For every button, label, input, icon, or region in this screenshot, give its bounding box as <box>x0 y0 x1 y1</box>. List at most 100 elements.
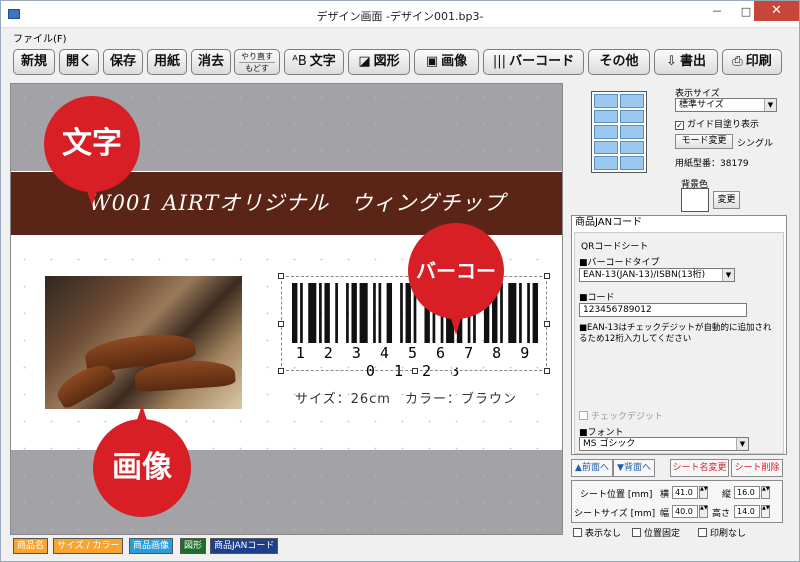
redo-label[interactable]: やり直す <box>239 51 275 63</box>
sheet-tab-shape[interactable]: 図形 <box>180 538 207 554</box>
sheet-tab-jan-code[interactable]: 商品JANコード <box>210 538 279 554</box>
guide-fill-option[interactable]: ✓ ガイド目塗り表示 <box>675 117 759 130</box>
resize-handle[interactable] <box>278 368 284 374</box>
image-icon: ▣ <box>425 54 439 69</box>
width-spinner[interactable]: ▲▼ <box>699 505 708 518</box>
no-print-checkbox[interactable] <box>698 528 707 537</box>
check-digit-label: チェックデジット <box>591 412 664 422</box>
barcode-bar <box>300 283 303 343</box>
export-button[interactable]: ⇩ 書出 <box>654 49 718 75</box>
shape-button-label: 図形 <box>373 54 400 69</box>
undo-label[interactable]: もどす <box>239 63 275 74</box>
image-callout-badge: 画像 <box>93 405 191 517</box>
x-label: 横 <box>660 490 670 500</box>
barcode-bar <box>319 283 322 343</box>
new-button[interactable]: 新規 <box>13 49 55 75</box>
text-button-label: 文字 <box>309 54 336 69</box>
sheet-tab-product-image[interactable]: 商品画像 <box>129 538 174 554</box>
width-label: 幅 <box>660 509 670 519</box>
height-spinner[interactable]: ▲▼ <box>761 505 770 518</box>
barcode-bar <box>527 283 530 343</box>
x-spinner[interactable]: ▲▼ <box>699 486 708 499</box>
lock-position-option[interactable]: 位置固定 <box>632 526 680 539</box>
barcode-bar <box>519 283 522 343</box>
barcode-bar <box>324 283 330 343</box>
rename-sheet-button[interactable]: シート名変更 <box>670 459 729 477</box>
bg-color-change-button[interactable]: 変更 <box>713 191 740 209</box>
barcode-bar <box>308 283 317 343</box>
barcode-button-label: バーコード <box>509 54 575 69</box>
code-note: ■EAN-13はチェックデジットが自動的に追加されるため12桁入力してください <box>579 323 772 344</box>
bring-front-button[interactable]: ▲前面へ <box>571 459 613 477</box>
check-digit-option[interactable]: チェックデジット <box>579 409 663 422</box>
resize-handle[interactable] <box>544 321 550 327</box>
barcode-type-select[interactable]: EAN-13(JAN-13)/ISBN(13桁) ▼ <box>579 268 735 282</box>
sheet-tab-product-name[interactable]: 商品名 <box>13 538 49 554</box>
print-button[interactable]: ⎙ 印刷 <box>722 49 782 75</box>
erase-button[interactable]: 消去 <box>191 49 231 75</box>
guide-fill-label: ガイド目塗り表示 <box>687 120 760 130</box>
text-icon: ᴬB <box>292 54 307 69</box>
lock-position-checkbox[interactable] <box>632 528 641 537</box>
print-button-label: 印刷 <box>745 54 772 69</box>
menu-file[interactable]: ファイル(F) <box>13 30 67 45</box>
close-button[interactable]: ✕ <box>754 1 799 21</box>
send-back-button[interactable]: ▼背面へ <box>613 459 655 477</box>
text-button[interactable]: ᴬB 文字 <box>284 49 344 75</box>
shape-button[interactable]: ◪ 図形 <box>348 49 410 75</box>
size-color-text[interactable]: サイズ：26cm カラー：ブラウン <box>295 388 517 407</box>
barcode-number: 1 2 3 4 5 6 7 8 9 0 1 2 8 <box>295 344 535 380</box>
chevron-down-icon: ▼ <box>722 269 734 281</box>
x-position-input[interactable]: 41.0 <box>672 486 698 499</box>
hide-option[interactable]: 表示なし <box>573 526 621 539</box>
y-spinner[interactable]: ▲▼ <box>761 486 770 499</box>
mode-single-label: シングル <box>737 139 774 149</box>
position-size-panel: シート位置 [mm] 横 41.0 ▲▼ 縦 16.0 ▲▼ シートサイズ [m… <box>571 480 783 523</box>
y-position-input[interactable]: 16.0 <box>734 486 760 499</box>
barcode-bar <box>500 283 503 343</box>
guide-fill-checkbox[interactable]: ✓ <box>675 121 684 130</box>
other-button[interactable]: その他 <box>588 49 650 75</box>
height-label: 高さ <box>712 509 731 519</box>
menu-bar: ファイル(F) <box>1 28 799 45</box>
code-label: ■コード <box>579 293 615 303</box>
resize-handle[interactable] <box>544 273 550 279</box>
check-digit-checkbox[interactable] <box>579 411 588 420</box>
resize-handle[interactable] <box>278 273 284 279</box>
display-size-value: 標準サイズ <box>679 100 724 110</box>
bg-color-swatch[interactable] <box>681 188 709 212</box>
open-button[interactable]: 開く <box>59 49 99 75</box>
sheet-size-label: シートサイズ [mm] <box>574 509 656 519</box>
barcode-bar <box>346 283 349 343</box>
resize-handle[interactable] <box>278 321 284 327</box>
property-header: 商品JANコード <box>572 216 786 231</box>
sheet-layout-preview[interactable] <box>591 91 647 173</box>
display-size-select[interactable]: 標準サイズ ▼ <box>675 98 777 112</box>
height-input[interactable]: 14.0 <box>734 505 760 518</box>
delete-sheet-button[interactable]: シート削除 <box>731 459 783 477</box>
no-print-option[interactable]: 印刷なし <box>698 526 746 539</box>
code-input[interactable]: 123456789012 <box>579 303 747 317</box>
shape-icon: ◪ <box>358 54 371 69</box>
image-button[interactable]: ▣ 画像 <box>414 49 479 75</box>
sheet-tab-size-color[interactable]: サイズ / カラー <box>53 538 124 554</box>
product-title-text[interactable]: W001 AIRTオリジナル ウィングチップ <box>89 187 505 217</box>
mode-change-button[interactable]: モード変更 <box>675 134 733 149</box>
paper-button[interactable]: 用紙 <box>147 49 187 75</box>
barcode-type-value: EAN-13(JAN-13)/ISBN(13桁) <box>583 270 706 280</box>
minimize-button[interactable]: － <box>704 3 730 21</box>
hide-checkbox[interactable] <box>573 528 582 537</box>
barcode-bar <box>400 283 403 343</box>
product-photo[interactable] <box>45 276 242 409</box>
barcode-bar <box>351 283 357 343</box>
barcode-button[interactable]: ||| バーコード <box>483 49 584 75</box>
width-input[interactable]: 40.0 <box>672 505 698 518</box>
barcode-type-label: ■バーコードタイプ <box>579 258 660 268</box>
font-value: MS ゴシック <box>583 439 636 449</box>
design-canvas[interactable]: W001 AIRTオリジナル ウィングチップ 1 2 3 4 5 6 7 8 9… <box>10 83 563 535</box>
hide-label: 表示なし <box>585 529 622 539</box>
redo-undo-button[interactable]: やり直す もどす <box>234 49 280 75</box>
save-button[interactable]: 保存 <box>103 49 143 75</box>
font-select[interactable]: MS ゴシック ▼ <box>579 437 749 451</box>
resize-handle[interactable] <box>544 368 550 374</box>
